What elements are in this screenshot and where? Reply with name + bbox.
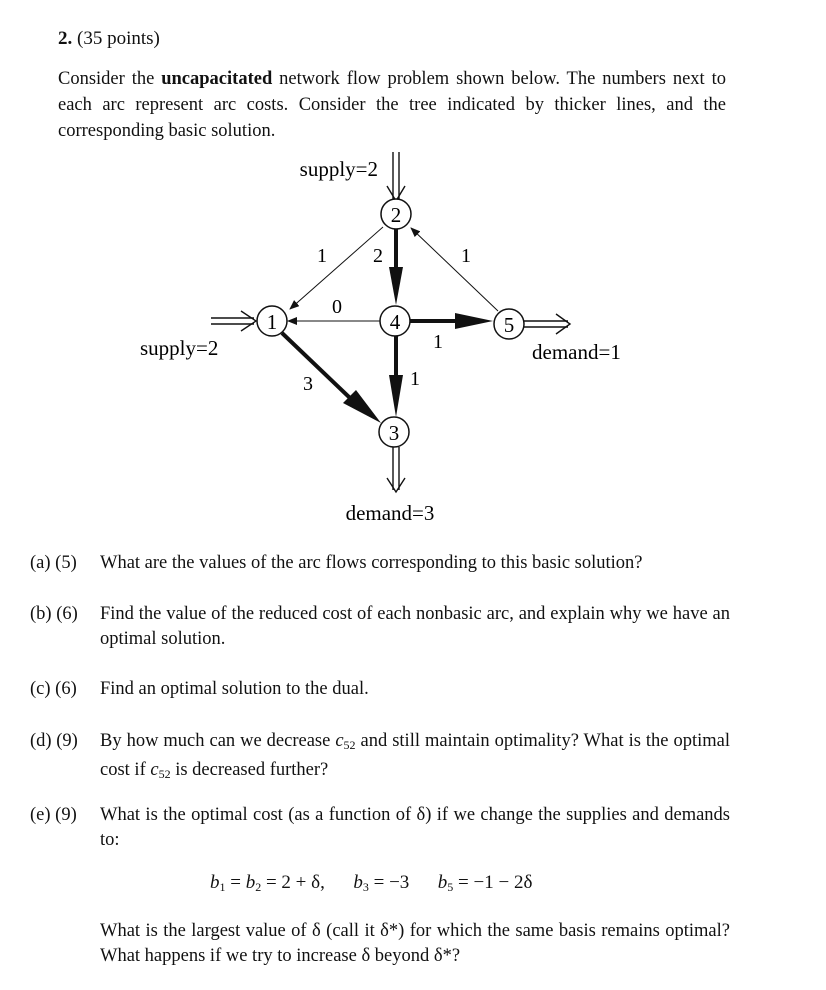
arc-1-3 [280, 331, 381, 423]
question-label: (e) (9) [30, 805, 77, 825]
question-text: Find the value of the reduced cost of ea… [100, 604, 730, 649]
cost-label-5-2: 1 [461, 245, 471, 267]
question-text: What is the optimal cost (as a function … [100, 805, 730, 850]
supply-label-node2: supply=2 [300, 157, 378, 181]
question-e: (e) (9) What is the optimal cost (as a f… [30, 803, 730, 853]
cost-label-4-5: 1 [433, 331, 443, 353]
cost-label-2-1: 1 [317, 245, 327, 267]
question-c: (c) (6) Find an optimal solution to the … [30, 677, 730, 702]
question-label: (d) (9) [30, 731, 78, 751]
supply-demand-equation: b1 = b2 = 2 + δ, b3 = −3 b5 = −1 − 2δ [210, 872, 533, 894]
question-d: (d) (9) By how much can we decrease c52 … [30, 729, 730, 787]
node-3: 3 [378, 416, 410, 448]
question-label: (b) (6) [30, 604, 78, 624]
problem-intro: Consider the uncapacitated network flow … [58, 66, 726, 144]
demand-arrow-node3 [386, 447, 406, 494]
demand-label-node3: demand=3 [346, 501, 435, 525]
question-text: By how much can we decrease c52 and stil… [100, 731, 731, 781]
svg-text:4: 4 [390, 310, 401, 334]
demand-arrow-node5 [524, 313, 572, 335]
cost-label-4-3: 1 [410, 368, 420, 390]
node-5: 5 [493, 308, 525, 340]
node-4: 4 [379, 305, 411, 337]
problem-heading: 2. (35 points) [58, 28, 160, 50]
arc-5-2 [410, 227, 499, 312]
question-text: Find an optimal solution to the dual. [100, 679, 369, 699]
arc-4-3 [389, 336, 403, 417]
question-a: (a) (5) What are the values of the arc f… [30, 551, 730, 576]
supply-arrow-node2 [386, 152, 406, 203]
question-label: (a) (5) [30, 553, 77, 573]
arc-4-5 [410, 313, 493, 329]
problem-number: 2. [58, 28, 73, 49]
problem-points: (35 points) [77, 28, 160, 49]
svg-text:5: 5 [504, 313, 515, 337]
intro-text: Consider the [58, 69, 162, 89]
svg-text:1: 1 [267, 310, 278, 334]
network-diagram: 2 1 4 5 3 1 2 1 0 1 3 1 supply=2 supply=… [140, 152, 621, 525]
cost-label-2-4: 2 [373, 245, 383, 267]
cost-label-1-3: 3 [303, 373, 313, 395]
svg-text:2: 2 [391, 203, 402, 227]
intro-bold: uncapacitated [161, 69, 273, 89]
arc-2-4 [389, 229, 403, 305]
svg-text:3: 3 [389, 421, 400, 445]
supply-label-node1: supply=2 [140, 336, 218, 360]
node-1: 1 [256, 305, 288, 337]
question-e-followup: What is the largest value of δ (call it … [30, 919, 730, 969]
cost-label-4-1: 0 [332, 296, 342, 318]
question-b: (b) (6) Find the value of the reduced co… [30, 602, 730, 652]
demand-label-node5: demand=1 [532, 340, 621, 364]
supply-arrow-node1 [211, 310, 258, 332]
node-2: 2 [380, 198, 412, 230]
question-label: (c) (6) [30, 679, 77, 699]
question-text: What are the values of the arc flows cor… [100, 553, 643, 573]
question-text: What is the largest value of δ (call it … [100, 921, 730, 966]
